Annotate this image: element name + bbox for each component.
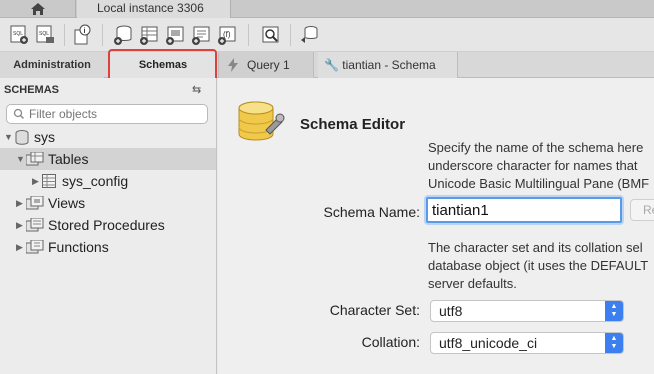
tree-item-tables[interactable]: ▼ Tables [0, 148, 216, 170]
sidebar-title: SCHEMAS [4, 84, 60, 96]
tab-schema-editor[interactable]: 🔧 tiantian - Schema [318, 52, 458, 78]
name-description-line: Specify the name of the schema here [428, 140, 644, 155]
charset-value: utf8 [439, 303, 463, 319]
select-arrows-icon: ▲ ▼ [605, 301, 623, 321]
folder-functions-icon [26, 240, 44, 254]
name-description-line: underscore character for names that [428, 158, 638, 173]
wrench-icon: 🔧 [324, 58, 339, 72]
search-table-data-icon[interactable] [260, 24, 282, 46]
tab-query-1-label: Query 1 [247, 58, 290, 72]
open-sql-script-icon[interactable]: SQL [34, 24, 56, 46]
home-icon [30, 3, 45, 15]
toolbar-separator [248, 24, 249, 46]
create-procedure-icon[interactable] [190, 24, 212, 46]
schemas-sidebar: SCHEMAS ⇆ ▼ sys ▼ Tables ▶ sys_config ▶ … [0, 78, 217, 374]
reconnect-icon[interactable] [298, 24, 320, 46]
svg-text:SQL: SQL [39, 31, 49, 37]
filter-input[interactable] [29, 107, 199, 121]
collation-value: utf8_unicode_ci [439, 335, 538, 351]
tree-item-functions[interactable]: ▶ Functions [0, 236, 216, 258]
tree-item-label: Tables [48, 151, 89, 167]
tree-item-sys-config[interactable]: ▶ sys_config [0, 170, 216, 192]
schema-name-label: Schema Name: [323, 204, 420, 220]
tree-item-sys[interactable]: ▼ sys [0, 126, 216, 148]
collapsed-arrow-icon[interactable]: ▶ [32, 170, 39, 192]
expanded-arrow-icon[interactable]: ▼ [4, 126, 13, 148]
tree-item-stored-procedures[interactable]: ▶ Stored Procedures [0, 214, 216, 236]
create-schema-icon[interactable] [112, 24, 134, 46]
inspector-icon[interactable]: i [72, 24, 94, 46]
toolbar-separator [102, 24, 103, 46]
editor-title: Schema Editor [300, 116, 406, 133]
collation-select[interactable]: utf8_unicode_ci ▲ ▼ [430, 332, 624, 354]
folder-views-icon [26, 196, 44, 210]
schema-database-icon [238, 101, 285, 141]
folder-tables-icon [26, 152, 44, 166]
charset-description-line: The character set and its collation sel [428, 240, 643, 255]
collapsed-arrow-icon[interactable]: ▶ [16, 236, 23, 258]
tree-item-label: sys [34, 129, 55, 145]
table-icon [42, 174, 56, 188]
main-toolbar: SQL SQL i (f) [0, 18, 654, 52]
refresh-icon[interactable]: ⇆ [192, 83, 201, 96]
lightning-icon [228, 58, 238, 72]
charset-description-line: server defaults. [428, 276, 517, 291]
create-view-icon[interactable] [164, 24, 186, 46]
svg-text:SQL: SQL [13, 31, 23, 37]
schema-name-input[interactable] [426, 197, 622, 223]
tree-item-views[interactable]: ▶ Views [0, 192, 216, 214]
instance-tab[interactable]: Local instance 3306 [77, 0, 231, 18]
tree-item-label: Views [48, 195, 86, 211]
collation-label: Collation: [361, 334, 420, 350]
tab-administration[interactable]: Administration [0, 52, 104, 78]
rename-button[interactable]: Re [630, 199, 654, 221]
database-icon [15, 130, 29, 145]
filter-field[interactable] [6, 104, 208, 124]
tree-item-label: Functions [48, 239, 109, 255]
select-arrows-icon: ▲ ▼ [605, 333, 623, 353]
create-function-icon[interactable]: (f) [216, 24, 238, 46]
home-tab[interactable] [0, 0, 76, 18]
new-sql-tab-icon[interactable]: SQL [8, 24, 30, 46]
charset-label: Character Set: [329, 302, 420, 318]
charset-description-line: database object (it uses the DEFAULT [428, 258, 649, 273]
tree-item-label: sys_config [62, 173, 129, 189]
create-table-icon[interactable] [138, 24, 160, 46]
schema-editor-panel: Schema Editor Specify the name of the sc… [218, 78, 654, 374]
toolbar-separator [290, 24, 291, 46]
folder-procedures-icon [26, 218, 44, 232]
collapsed-arrow-icon[interactable]: ▶ [16, 214, 23, 236]
instance-tab-bar: Local instance 3306 [0, 0, 654, 18]
tree-item-label: Stored Procedures [48, 217, 165, 233]
toolbar-separator [64, 24, 65, 46]
expanded-arrow-icon[interactable]: ▼ [16, 148, 25, 170]
tab-schema-editor-label: tiantian - Schema [342, 58, 436, 72]
tab-query-1[interactable]: Query 1 [218, 52, 314, 78]
collapsed-arrow-icon[interactable]: ▶ [16, 192, 23, 214]
tab-row: Administration Schemas Query 1 🔧 tiantia… [0, 52, 654, 78]
name-description-line: Unicode Basic Multilingual Pane (BMF [428, 176, 650, 191]
svg-text:i: i [84, 28, 86, 35]
charset-select[interactable]: utf8 ▲ ▼ [430, 300, 624, 322]
search-icon [13, 108, 25, 120]
